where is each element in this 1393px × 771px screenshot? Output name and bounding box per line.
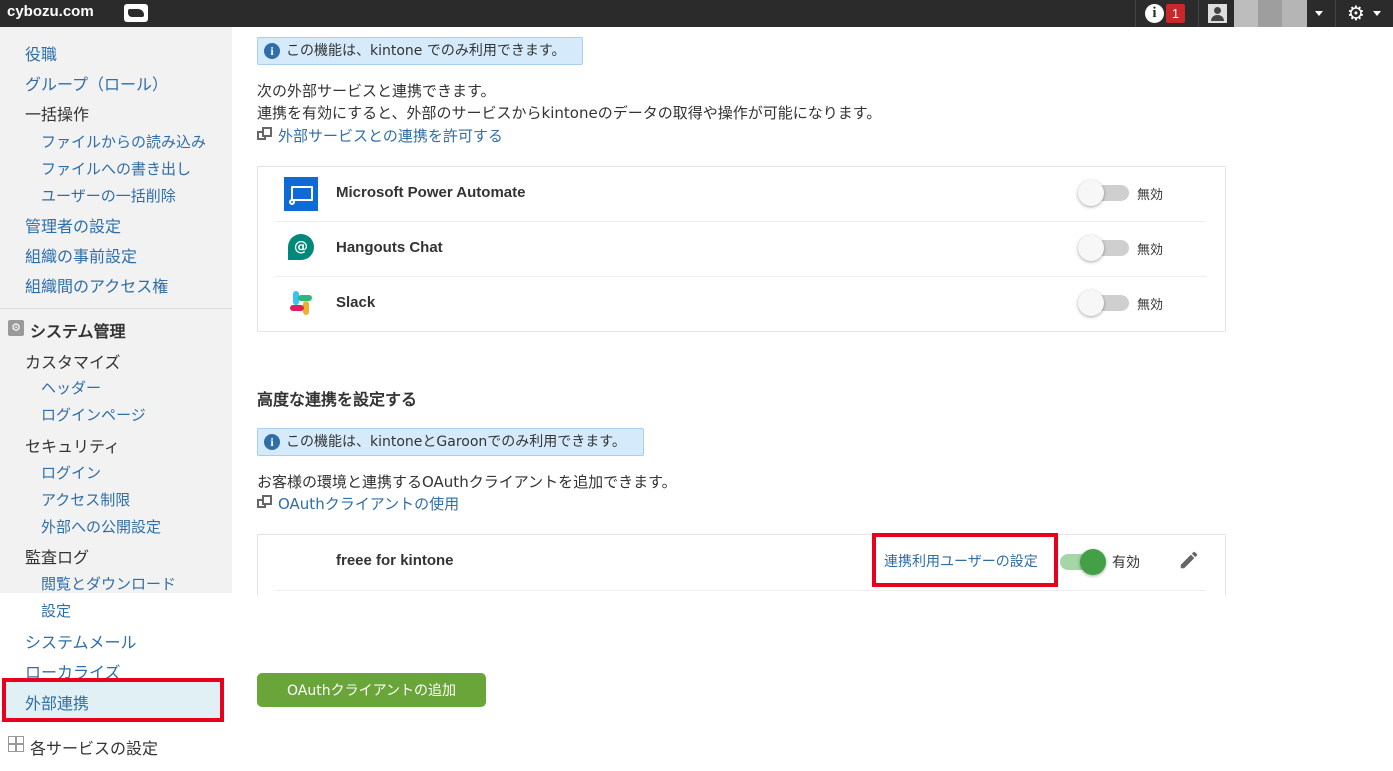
power-automate-icon xyxy=(284,177,318,211)
sidebar-item-groups[interactable]: グループ（ロール） xyxy=(25,71,168,95)
row-divider xyxy=(275,276,1206,277)
sidebar-item-access-restriction[interactable]: アクセス制限 xyxy=(41,489,130,510)
sidebar-item-login-page[interactable]: ログインページ xyxy=(41,404,146,425)
sidebar-item-audit-settings-label[interactable]: 設定 xyxy=(41,600,71,621)
user-setting-link[interactable]: 連携利用ユーザーの設定 xyxy=(884,551,1038,571)
allow-external-services-link[interactable]: 外部サービスとの連携を許可する xyxy=(278,125,503,146)
gear-icon[interactable]: ⚙ xyxy=(1347,2,1365,24)
notice-kintone-only: i この機能は、kintone でのみ利用できます。 xyxy=(257,37,583,65)
sidebar-item-login[interactable]: ログイン xyxy=(41,462,101,483)
topbar-divider xyxy=(1198,0,1199,27)
slack-icon xyxy=(287,289,315,317)
oauth-client-name: freee for kintone xyxy=(336,552,454,569)
slack-toggle[interactable] xyxy=(1078,290,1104,316)
row-divider xyxy=(275,221,1206,222)
service-name-hangouts-chat: Hangouts Chat xyxy=(336,239,443,256)
sidebar-item-org-access[interactable]: 組織間のアクセス権 xyxy=(25,273,168,297)
sidebar-item-external-integration[interactable]: 外部連携 xyxy=(25,690,89,714)
info-icon[interactable]: i xyxy=(1145,4,1164,23)
sidebar-item-export[interactable]: ファイルへの書き出し xyxy=(41,158,191,179)
notice-kintone-garoon: i この機能は、kintoneとGaroonでのみ利用できます。 xyxy=(257,428,644,456)
hangouts-chat-icon: @ xyxy=(288,234,314,260)
sidebar-item-roles[interactable]: 役職 xyxy=(25,41,57,65)
settings-caret-icon[interactable] xyxy=(1373,11,1381,16)
sidebar-item-customize: カスタマイズ xyxy=(25,353,121,372)
sidebar-item-system-mail[interactable]: システムメール xyxy=(25,629,137,653)
info-circle-icon: i xyxy=(264,43,280,59)
toggle-status-label: 無効 xyxy=(1137,243,1164,258)
description-line-2: 連携を有効にすると、外部のサービスからkintoneのデータの取得や操作が可能に… xyxy=(257,104,882,122)
sidebar-item-security: セキュリティ xyxy=(25,437,121,456)
hangouts-chat-toggle[interactable] xyxy=(1078,235,1104,261)
user-menu-caret-icon[interactable] xyxy=(1315,11,1323,16)
sidebar-section-services[interactable]: 各サービスの設定 xyxy=(30,735,158,759)
app-icon[interactable] xyxy=(124,4,148,22)
user-name-redacted[interactable] xyxy=(1234,0,1307,27)
sidebar-item-bulk: 一括操作 xyxy=(25,105,90,124)
add-oauth-client-button[interactable]: OAuthクライアントの追加 xyxy=(257,673,486,707)
sidebar-section-system: システム管理 xyxy=(30,322,126,341)
topbar-divider xyxy=(1135,0,1136,27)
services-grid-icon xyxy=(8,736,24,752)
toggle-status-label: 有効 xyxy=(1112,555,1140,571)
notice-text: この機能は、kintoneとGaroonでのみ利用できます。 xyxy=(286,434,626,450)
sidebar-item-header[interactable]: ヘッダー xyxy=(41,377,101,398)
sidebar-item-import[interactable]: ファイルからの読み込み xyxy=(41,131,206,152)
sidebar-item-admins[interactable]: 管理者の設定 xyxy=(25,213,121,237)
pencil-icon[interactable] xyxy=(1178,549,1200,571)
toggle-status-label: 無効 xyxy=(1137,298,1164,313)
sidebar-divider xyxy=(0,308,232,309)
system-gear-icon: ⚙ xyxy=(8,320,24,336)
notice-text: この機能は、kintone でのみ利用できます。 xyxy=(286,43,566,59)
user-avatar-icon[interactable] xyxy=(1208,4,1227,23)
oauth-description: お客様の環境と連携するOAuthクライアントを追加できます。 xyxy=(257,473,677,491)
sidebar-item-public-settings[interactable]: 外部への公開設定 xyxy=(41,516,161,537)
sidebar-item-audit-log: 監査ログ xyxy=(25,548,90,567)
topbar-divider xyxy=(1335,0,1336,27)
oauth-client-toggle[interactable] xyxy=(1080,549,1106,575)
oauth-usage-link[interactable]: OAuthクライアントの使用 xyxy=(278,493,459,514)
service-name-slack: Slack xyxy=(336,294,376,311)
notification-badge[interactable]: 1 xyxy=(1166,4,1185,23)
sidebar-item-view-download[interactable]: 閲覧とダウンロード xyxy=(41,573,176,594)
external-link-icon xyxy=(257,127,273,143)
power-automate-toggle[interactable] xyxy=(1078,180,1104,206)
toggle-status-label: 無効 xyxy=(1137,188,1164,203)
external-link-icon xyxy=(257,495,273,511)
row-divider xyxy=(275,590,1206,591)
cybozu-logo[interactable]: cybozu.com xyxy=(7,3,94,20)
description-line-1: 次の外部サービスと連携できます。 xyxy=(257,82,496,100)
advanced-heading: 高度な連携を設定する xyxy=(257,390,418,409)
sidebar-item-org-presets[interactable]: 組織の事前設定 xyxy=(25,243,137,267)
service-name-power-automate: Microsoft Power Automate xyxy=(336,184,526,201)
sidebar-item-bulk-delete[interactable]: ユーザーの一括削除 xyxy=(41,185,176,206)
info-circle-icon: i xyxy=(264,434,280,450)
